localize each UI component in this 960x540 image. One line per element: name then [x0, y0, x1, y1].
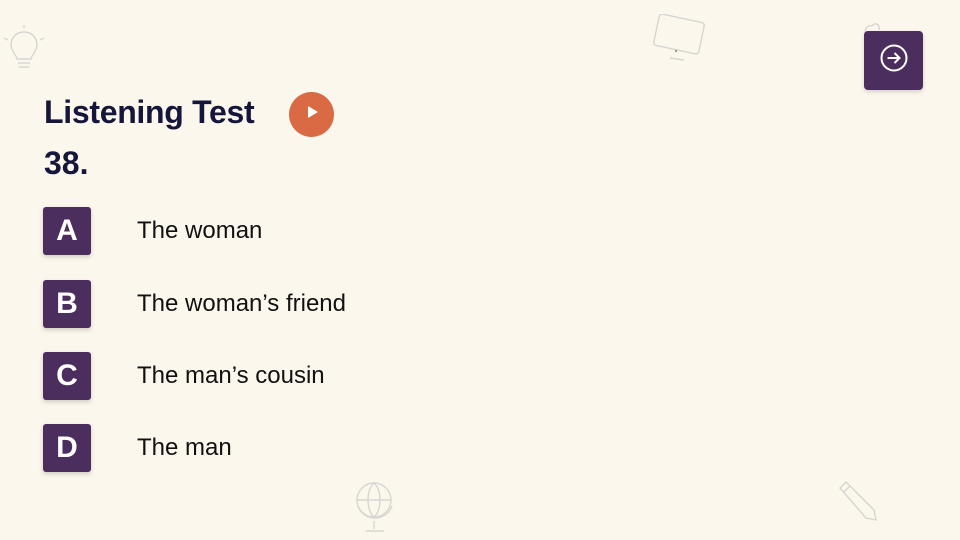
lightbulb-icon: [2, 24, 46, 74]
pencil-icon: [834, 478, 880, 524]
next-button[interactable]: [864, 31, 923, 90]
option-letter: A: [43, 207, 91, 255]
option-c[interactable]: C The man’s cousin: [43, 352, 463, 400]
option-letter: B: [43, 280, 91, 328]
option-a[interactable]: A The woman: [43, 207, 463, 255]
globe-icon: [350, 476, 400, 536]
page-title: Listening Test: [44, 94, 255, 130]
option-text: The man’s cousin: [137, 362, 325, 389]
option-text: The man: [137, 434, 232, 461]
question-number: 38.: [44, 145, 89, 181]
option-text: The woman’s friend: [137, 290, 346, 317]
option-letter: D: [43, 424, 91, 472]
arrow-right-circle-icon: [879, 43, 909, 78]
option-d[interactable]: D The man: [43, 424, 463, 472]
option-text: The woman: [137, 217, 263, 244]
monitor-icon: [650, 14, 708, 64]
option-letter: C: [43, 352, 91, 400]
option-b[interactable]: B The woman’s friend: [43, 280, 463, 328]
play-button[interactable]: [289, 92, 334, 137]
play-icon: [304, 104, 320, 125]
